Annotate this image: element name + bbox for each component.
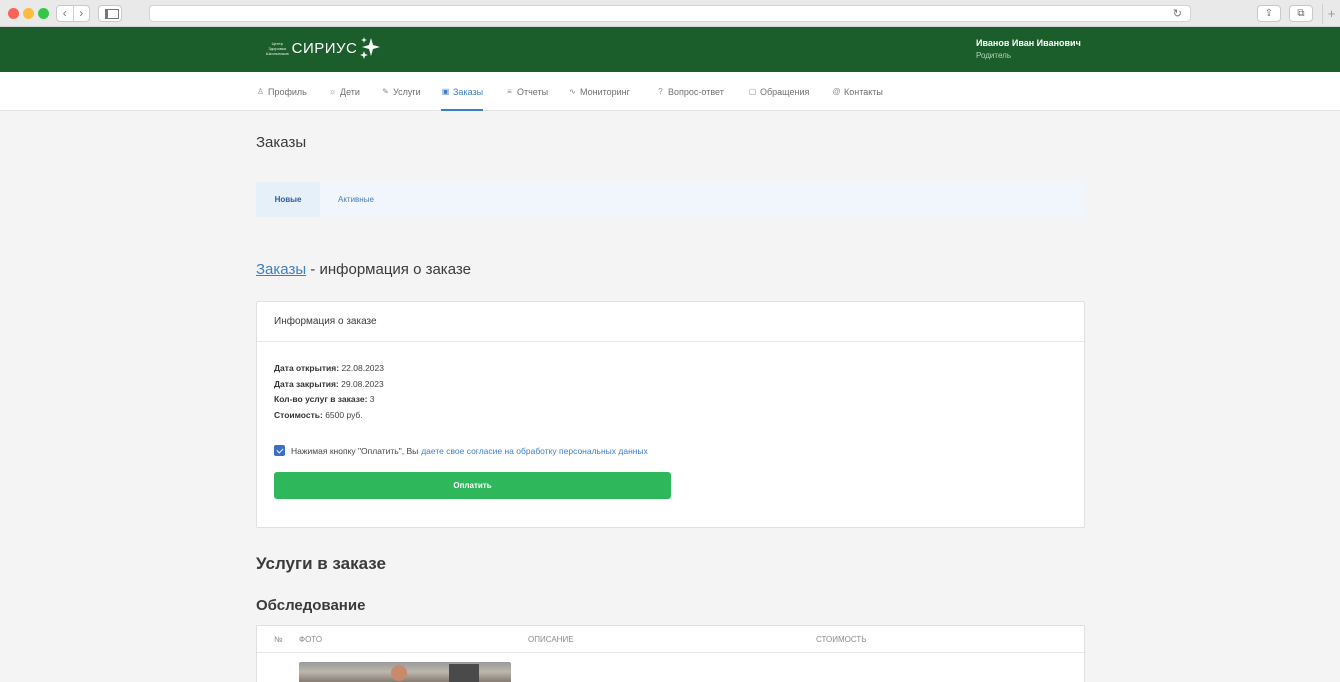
detail-value: 3 — [369, 394, 375, 405]
nav-item-label: Вопрос-ответ — [668, 86, 724, 97]
nav-item-contacts[interactable]: @ Контакты — [832, 72, 883, 111]
new-tab-icon[interactable]: + — [1322, 4, 1340, 24]
nav-item-label: Профиль — [268, 86, 307, 97]
nav-item-label: Заказы — [453, 86, 484, 97]
logo-name: СИРИУС — [291, 39, 358, 57]
site-header — [0, 27, 1340, 72]
tab-active[interactable]: Активные — [338, 182, 374, 217]
pay-button[interactable]: Оплатить — [274, 472, 671, 499]
detail-label: Кол-во услуг в заказе: — [274, 394, 368, 405]
consent-text: Нажимая кнопку "Оплатить", Вы — [291, 445, 419, 456]
person-icon: ♙ — [256, 87, 265, 96]
close-window-button[interactable] — [8, 8, 19, 19]
detail-label: Дата закрытия: — [274, 378, 339, 389]
question-icon: ? — [658, 87, 663, 96]
share-icon[interactable]: ⇪ — [1257, 5, 1281, 22]
detail-label: Дата открытия: — [274, 363, 340, 373]
calendar-icon: ▣ — [441, 87, 450, 96]
nav-item-label: Контакты — [844, 86, 883, 97]
at-icon: @ — [832, 87, 841, 96]
nav-item-label: Отчеты — [517, 86, 549, 97]
card-title: Информация о заказе — [257, 302, 1084, 342]
detail-label: Стоимость: — [274, 410, 323, 421]
detail-row: Кол-во услуг в заказе: 3 — [274, 392, 384, 408]
nav-item-profile[interactable]: ♙ Профиль — [256, 72, 307, 111]
forward-button[interactable]: › — [74, 6, 90, 21]
consent-row: Нажимая кнопку "Оплатить", Вы даете свое… — [274, 445, 648, 456]
table-header: № Фото Описание Стоимость — [257, 626, 1084, 653]
nav-item-services[interactable]: ✎ Услуги — [381, 72, 421, 111]
order-tabs: Новые Активные — [256, 182, 1085, 217]
nav-item-label: Услуги — [393, 86, 421, 97]
page-title: Заказы — [256, 134, 307, 151]
site-logo[interactable]: Центр Здоровья Школьников СИРИУС — [266, 37, 381, 59]
chat-icon: ▢ — [748, 87, 757, 96]
address-bar[interactable]: ↻ — [149, 5, 1191, 22]
back-button[interactable]: ‹ — [57, 6, 74, 21]
order-details: Дата открытия: 22.08.2023 Дата закрытия:… — [274, 361, 384, 424]
nav-item-children[interactable]: ☼ Дети — [328, 72, 360, 111]
minimize-window-button[interactable] — [23, 8, 34, 19]
nav-item-label: Обращения — [760, 86, 810, 97]
orders-link[interactable]: Заказы — [256, 261, 306, 278]
service-photo — [299, 662, 511, 682]
tab-new[interactable]: Новые — [256, 182, 320, 217]
column-header-photo: Фото — [299, 635, 323, 644]
detail-row: Дата открытия: 22.08.2023 — [274, 361, 384, 377]
column-header-number: № — [274, 635, 283, 644]
user-name: Иванов Иван Иванович — [976, 38, 1081, 48]
order-heading: Заказы - информация о заказе — [256, 261, 471, 278]
detail-value: 22.08.2023 — [341, 363, 384, 373]
consent-checkbox[interactable] — [274, 445, 285, 456]
user-menu[interactable]: Иванов Иван Иванович Родитель — [976, 38, 1081, 60]
nav-item-reports[interactable]: ≡ Отчеты — [505, 72, 548, 111]
main-nav: ♙ Профиль ☼ Дети ✎ Услуги ▣ Заказы ≡ Отч… — [0, 72, 1340, 111]
services-heading: Услуги в заказе — [256, 554, 386, 573]
column-header-price: Стоимость — [816, 635, 867, 644]
logo-caption-line: Школьников — [266, 50, 289, 56]
order-heading-suffix: - информация о заказе — [306, 261, 471, 278]
detail-row: Стоимость: 6500 руб. — [274, 408, 384, 424]
edit-icon: ✎ — [382, 87, 389, 96]
nav-item-monitoring[interactable]: ∿ Мониторинг — [568, 72, 630, 111]
consent-link[interactable]: даете свое согласие на обработку персона… — [421, 446, 648, 456]
sidebar-toggle-button[interactable] — [98, 5, 122, 22]
reload-icon[interactable]: ↻ — [1173, 7, 1182, 20]
nav-item-faq[interactable]: ? Вопрос-ответ — [656, 72, 724, 111]
sparkle-icon — [360, 37, 381, 59]
logo-caption: Центр Здоровья Школьников — [266, 41, 289, 56]
detail-value: 6500 руб. — [325, 410, 363, 421]
services-table: № Фото Описание Стоимость — [256, 625, 1085, 682]
zoom-window-button[interactable] — [38, 8, 49, 19]
browser-toolbar: ‹ › ↻ ⇪ ⧉ + — [0, 0, 1340, 27]
list-icon: ≡ — [507, 87, 512, 96]
detail-row: Дата закрытия: 29.08.2023 — [274, 377, 384, 393]
nav-item-orders[interactable]: ▣ Заказы — [441, 72, 484, 111]
history-buttons: ‹ › — [56, 5, 90, 22]
nav-item-label: Мониторинг — [580, 86, 630, 97]
activity-icon: ∿ — [569, 87, 576, 96]
user-role: Родитель — [976, 51, 1011, 60]
tabs-overview-icon[interactable]: ⧉ — [1289, 5, 1313, 22]
nav-item-label: Дети — [340, 86, 360, 97]
detail-value: 29.08.2023 — [341, 378, 384, 389]
nav-item-appeals[interactable]: ▢ Обращения — [748, 72, 810, 111]
column-header-description: Описание — [528, 635, 574, 644]
section-heading: Обследование — [256, 597, 366, 614]
order-info-card: Информация о заказе Дата открытия: 22.08… — [256, 301, 1085, 528]
sun-icon: ☼ — [328, 87, 337, 96]
